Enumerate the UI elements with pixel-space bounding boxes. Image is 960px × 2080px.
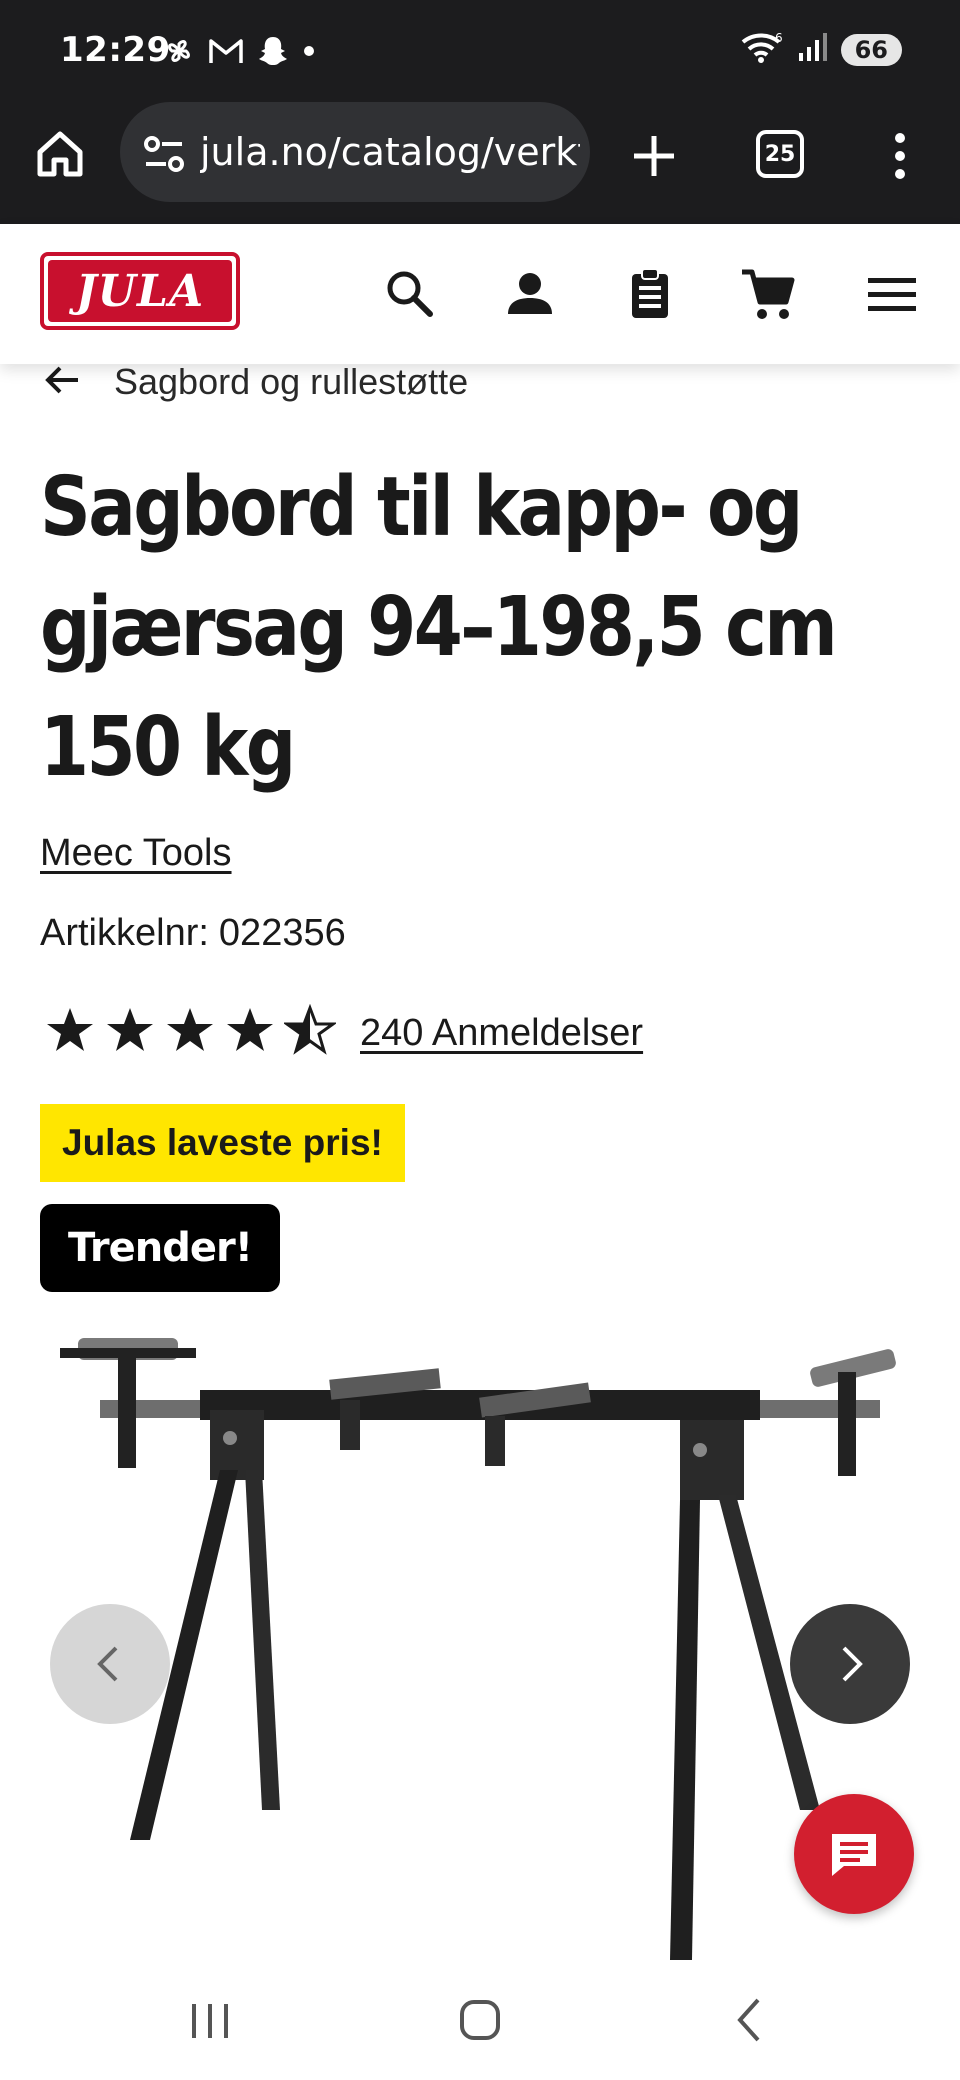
dot-icon [302, 44, 316, 63]
product-image[interactable] [40, 1320, 920, 1960]
star-rating [44, 1003, 338, 1061]
wifi-6-icon: 6 [741, 30, 785, 69]
address-bar[interactable]: jula.no/catalog/verktoy [120, 102, 590, 202]
status-bar: 12:29 6 66 [0, 0, 960, 100]
cart-icon[interactable] [738, 264, 798, 324]
svg-text:6: 6 [775, 31, 783, 45]
search-icon[interactable] [380, 264, 440, 324]
lowest-price-badge: Julas laveste pris! [40, 1104, 405, 1182]
account-icon[interactable] [500, 264, 560, 324]
gmail-icon [208, 36, 244, 71]
logo-text: JULA [48, 260, 232, 322]
star-full-icon [164, 1004, 216, 1061]
browser-menu-button[interactable] [880, 126, 920, 186]
tab-switcher-button[interactable]: 25 [756, 130, 804, 178]
chat-bubble-icon [832, 1834, 876, 1876]
pinwheel-icon [162, 34, 196, 73]
recent-apps-button[interactable] [180, 1990, 240, 2050]
carousel-prev-button[interactable] [50, 1604, 170, 1724]
home-button[interactable] [32, 126, 88, 182]
notification-icons [162, 34, 316, 73]
sku-number: 022356 [218, 912, 346, 954]
breadcrumb-label[interactable]: Sagbord og rullestøtte [114, 361, 468, 403]
chat-button[interactable] [794, 1794, 914, 1914]
battery-indicator: 66 [840, 33, 902, 66]
site-settings-icon[interactable] [142, 134, 186, 174]
star-full-icon [104, 1004, 156, 1061]
star-full-icon [44, 1004, 96, 1061]
chevron-left-icon [97, 1646, 118, 1682]
home-nav-button[interactable] [450, 1990, 510, 2050]
sku-label: Artikkelnr: [40, 912, 209, 954]
status-time: 12:29 [60, 30, 171, 70]
signal-icon [797, 31, 829, 68]
site-header: JULA [0, 224, 960, 364]
back-arrow-icon[interactable] [40, 358, 84, 407]
android-nav-bar [0, 1960, 960, 2080]
chevron-right-icon [842, 1646, 863, 1682]
brand-link[interactable]: Meec Tools [40, 832, 232, 875]
star-half-icon [282, 1003, 338, 1061]
snapchat-icon [256, 34, 290, 73]
reviews-link[interactable]: 240 Anmeldelser [360, 1012, 643, 1055]
back-nav-button[interactable] [720, 1990, 780, 2050]
star-full-icon [224, 1004, 276, 1061]
trending-badge: Trender! [40, 1204, 280, 1292]
browser-toolbar: jula.no/catalog/verktoy 25 [0, 100, 960, 224]
hamburger-menu-icon[interactable] [862, 264, 922, 324]
url-text: jula.no/catalog/verktoy [200, 130, 580, 174]
new-tab-button[interactable] [624, 126, 684, 186]
carousel-next-button[interactable] [790, 1604, 910, 1724]
product-title: Sagbord til kapp- og gjærsag 94–198,5 cm… [40, 460, 838, 795]
status-right: 6 66 [741, 30, 902, 69]
sku: Artikkelnr: 022356 [40, 912, 346, 955]
jula-logo[interactable]: JULA [40, 252, 240, 330]
clipboard-list-icon[interactable] [620, 264, 680, 324]
